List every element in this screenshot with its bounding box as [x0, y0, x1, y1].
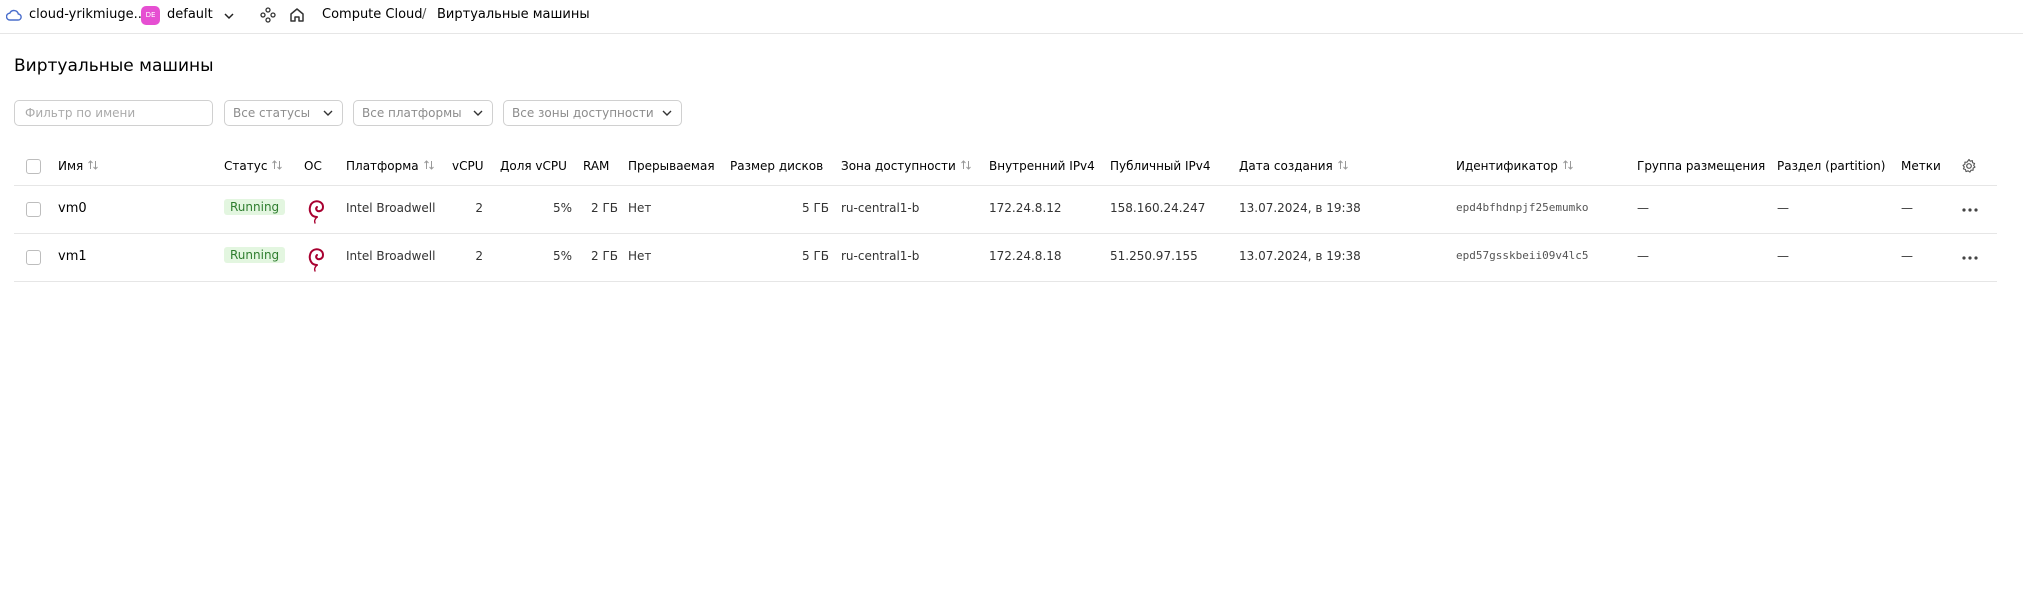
more-actions-icon[interactable]	[1960, 255, 1980, 261]
placement-group-cell: —	[1637, 201, 1649, 215]
table-row[interactable]: vm1 Running Intel Broadwell 2 5% 2 ГБ Не…	[14, 234, 1997, 282]
folder-avatar: DE	[141, 6, 160, 25]
core-fraction-cell: 5%	[552, 249, 572, 263]
row-checkbox[interactable]	[26, 202, 41, 217]
cloud-icon	[6, 9, 22, 21]
internal-ip-cell: 172.24.8.12	[989, 201, 1062, 215]
sort-icon[interactable]	[960, 159, 972, 171]
zone-filter-value: Все зоны доступности	[512, 106, 654, 120]
column-header-labels: Метки	[1901, 159, 1941, 173]
status-filter-select[interactable]: Все статусы	[224, 100, 343, 126]
sort-icon[interactable]	[1337, 159, 1349, 171]
status-badge: Running	[224, 199, 286, 215]
debian-swirl-icon	[308, 200, 324, 224]
column-header-created[interactable]: Дата создания	[1239, 159, 1349, 173]
status-cell: Running	[224, 247, 286, 263]
chevron-down-icon	[323, 110, 333, 116]
column-label: Зона доступности	[841, 159, 956, 173]
internal-ip-cell: 172.24.8.18	[989, 249, 1062, 263]
status-cell: Running	[224, 199, 286, 215]
folder-selector[interactable]: default	[167, 7, 213, 22]
select-all-checkbox[interactable]	[26, 159, 41, 174]
column-header-platform[interactable]: Платформа	[346, 159, 435, 173]
table-row[interactable]: vm0 Running Intel Broadwell 2 5% 2 ГБ Не…	[14, 186, 1997, 234]
breadcrumb-current: Виртуальные машины	[437, 7, 590, 22]
column-header-os: ОС	[304, 159, 322, 173]
ram-cell: 2 ГБ	[591, 249, 618, 263]
column-header-public-ip: Публичный IPv4	[1110, 159, 1211, 173]
zone-filter-select[interactable]: Все зоны доступности	[503, 100, 682, 126]
breadcrumb-compute-cloud[interactable]: Compute Cloud	[322, 7, 423, 22]
vcpu-cell: 2	[475, 201, 483, 215]
column-label: Имя	[58, 159, 84, 173]
sort-icon[interactable]	[87, 159, 99, 171]
partition-cell: —	[1777, 201, 1789, 215]
cloud-selector[interactable]: cloud-yrikmiuge...	[29, 7, 146, 22]
more-actions-icon[interactable]	[1960, 207, 1980, 213]
platform-filter-select[interactable]: Все платформы	[353, 100, 493, 126]
column-header-status[interactable]: Статус	[224, 159, 283, 173]
platform-cell: Intel Broadwell	[346, 249, 436, 263]
home-icon[interactable]	[288, 6, 306, 24]
preemptible-cell: Нет	[628, 249, 652, 263]
column-header-core-fraction: Доля vCPU	[500, 159, 567, 173]
column-header-partition: Раздел (partition)	[1777, 159, 1886, 173]
breadcrumb-separator: /	[422, 7, 427, 22]
id-cell: epd57gsskbeii09v4lc5	[1456, 249, 1589, 262]
column-header-ram: RAM	[583, 159, 610, 173]
labels-cell: —	[1901, 201, 1913, 215]
page-title: Виртуальные машины	[14, 56, 214, 76]
ram-cell: 2 ГБ	[591, 201, 618, 215]
sort-icon[interactable]	[423, 159, 435, 171]
created-cell: 13.07.2024, в 19:38	[1239, 249, 1361, 263]
chevron-down-icon	[473, 110, 483, 116]
column-header-internal-ip: Внутренний IPv4	[989, 159, 1095, 173]
column-label: Идентификатор	[1456, 159, 1558, 173]
table-header: Имя Статус ОС Платформа vCPU Доля vCPU R…	[14, 148, 1997, 186]
vm-name[interactable]: vm1	[58, 249, 87, 264]
sort-icon[interactable]	[271, 159, 283, 171]
status-badge: Running	[224, 247, 286, 263]
core-fraction-cell: 5%	[552, 201, 572, 215]
chevron-down-icon	[662, 110, 672, 116]
created-cell: 13.07.2024, в 19:38	[1239, 201, 1361, 215]
column-header-name[interactable]: Имя	[58, 159, 99, 173]
vm-name[interactable]: vm0	[58, 201, 87, 216]
column-label: Статус	[224, 159, 268, 173]
platform-filter-value: Все платформы	[362, 106, 462, 120]
public-ip-cell: 158.160.24.247	[1110, 201, 1206, 215]
column-header-placement-group: Группа размещения	[1637, 159, 1766, 173]
column-label: Дата создания	[1239, 159, 1333, 173]
placement-group-cell: —	[1637, 249, 1649, 263]
platform-cell: Intel Broadwell	[346, 201, 436, 215]
vcpu-cell: 2	[475, 249, 483, 263]
debian-swirl-icon	[308, 248, 324, 272]
zone-cell: ru-central1-b	[841, 201, 920, 215]
labels-cell: —	[1901, 249, 1913, 263]
disk-size-cell: 5 ГБ	[802, 249, 829, 263]
id-cell: epd4bfhdnpjf25emumko	[1456, 201, 1589, 214]
column-label: Платформа	[346, 159, 419, 173]
row-checkbox[interactable]	[26, 250, 41, 265]
column-header-vcpu: vCPU	[452, 159, 484, 173]
public-ip-cell: 51.250.97.155	[1110, 249, 1198, 263]
column-header-disk: Размер дисков	[730, 159, 824, 173]
partition-cell: —	[1777, 249, 1789, 263]
disk-size-cell: 5 ГБ	[802, 201, 829, 215]
services-icon[interactable]	[260, 7, 276, 23]
column-header-zone[interactable]: Зона доступности	[841, 159, 972, 173]
top-bar: cloud-yrikmiuge... DE default Compute Cl…	[0, 0, 2023, 34]
chevron-down-icon[interactable]	[222, 9, 236, 23]
preemptible-cell: Нет	[628, 201, 652, 215]
status-filter-value: Все статусы	[233, 106, 311, 120]
column-header-preemptible: Прерываемая	[628, 159, 715, 173]
zone-cell: ru-central1-b	[841, 249, 920, 263]
column-header-id[interactable]: Идентификатор	[1456, 159, 1574, 173]
gear-icon[interactable]	[1961, 158, 1977, 174]
sort-icon[interactable]	[1562, 159, 1574, 171]
name-filter-input[interactable]	[14, 100, 213, 126]
